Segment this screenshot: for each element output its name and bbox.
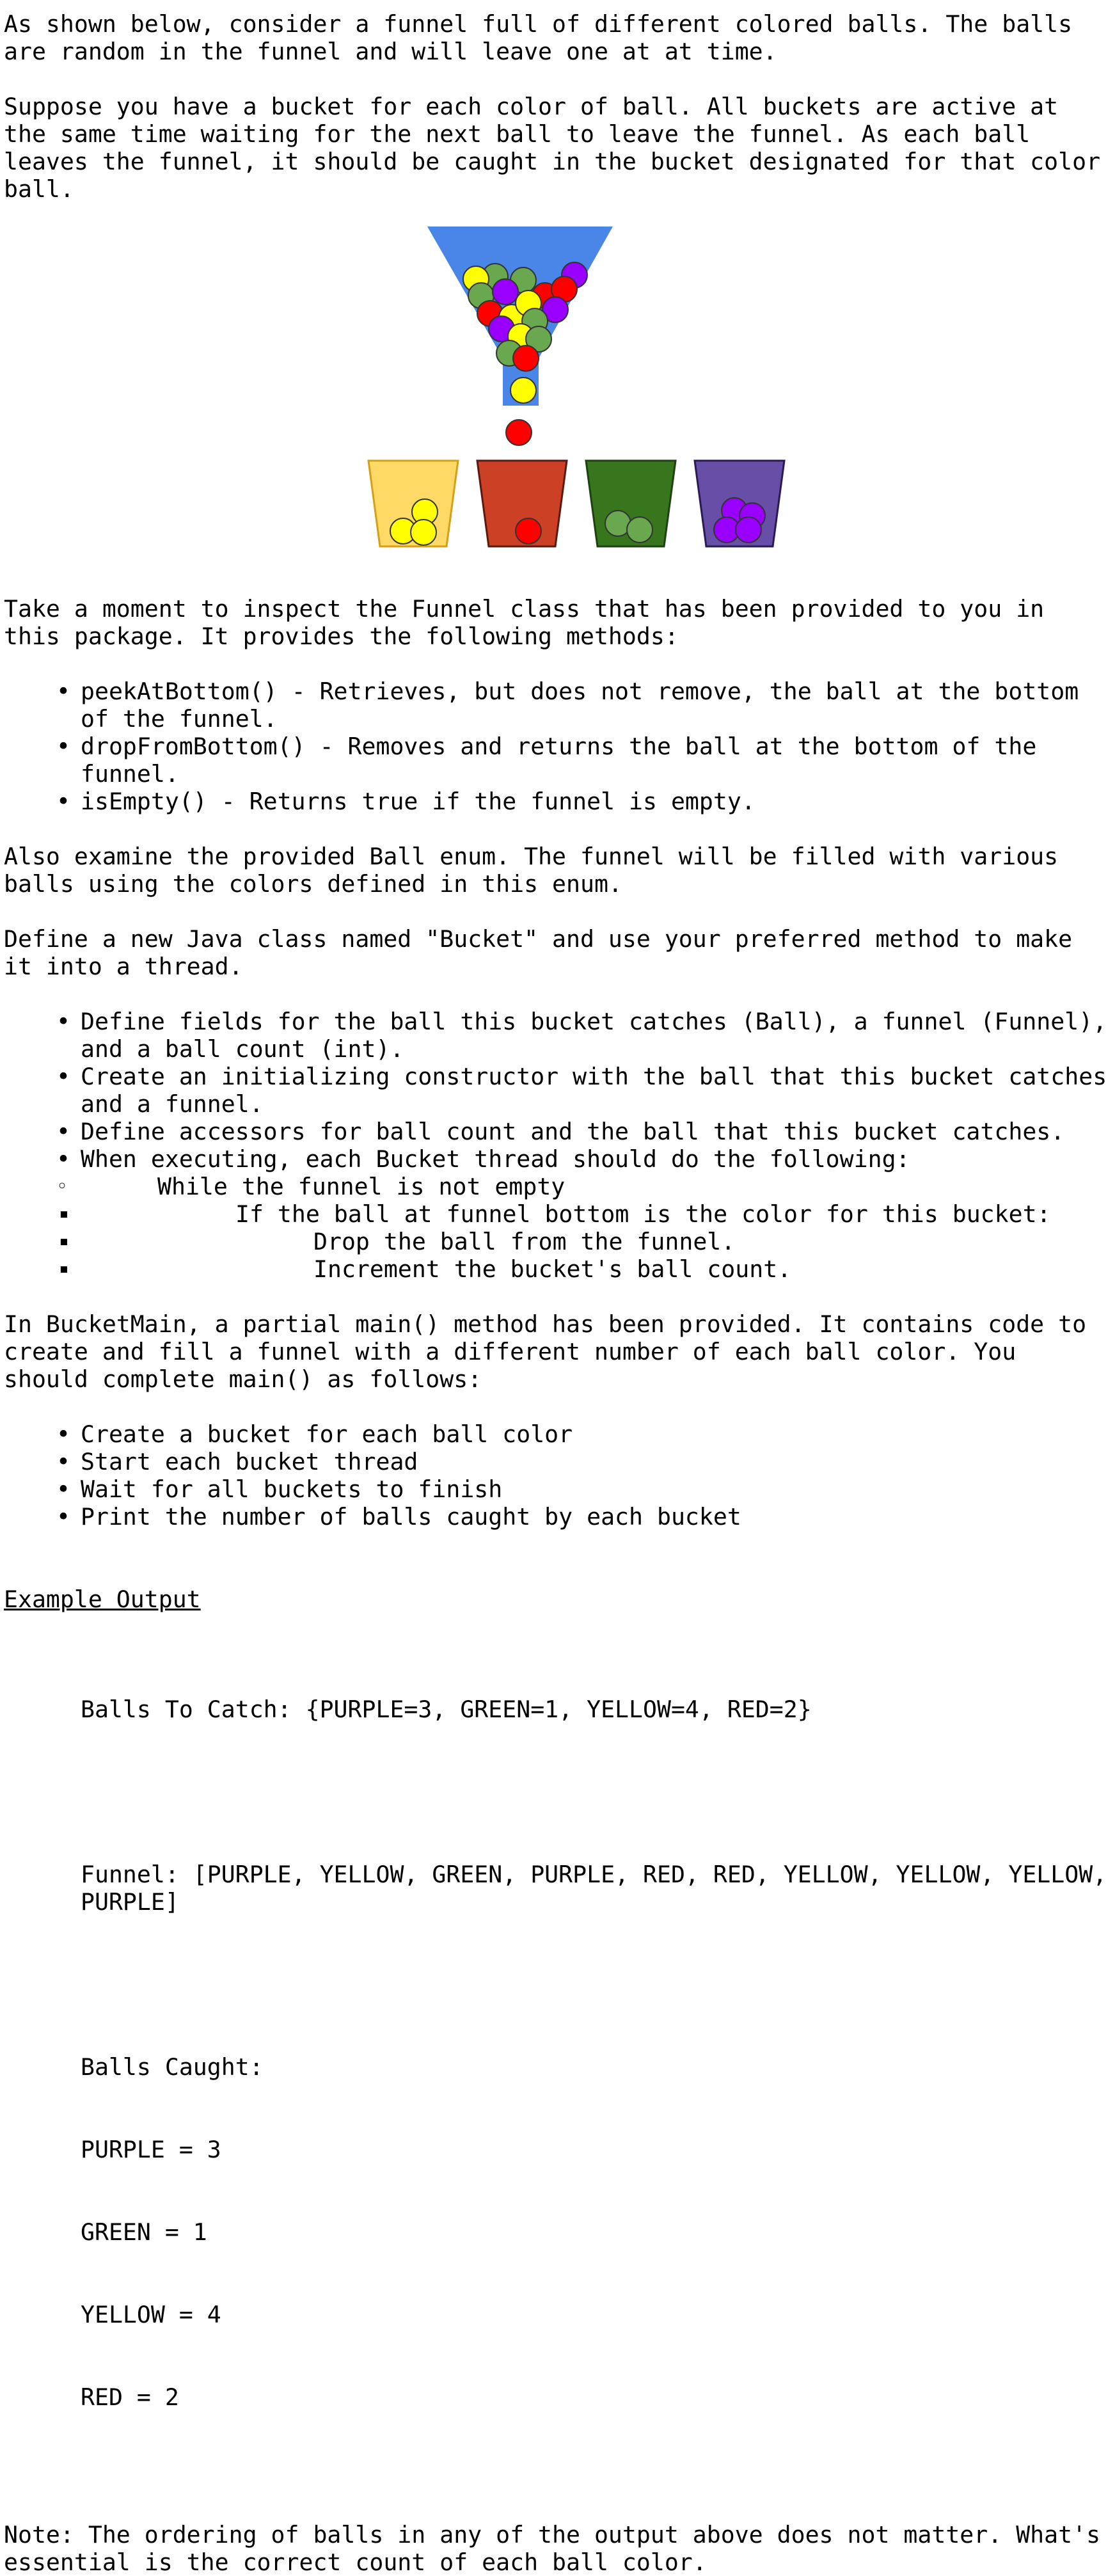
bucket-main-intro: In BucketMain, a partial main() method h… — [4, 1310, 1101, 1393]
funnel-class-intro: Take a moment to inspect the Funnel clas… — [4, 595, 1059, 650]
action-increment: Increment the bucket's ball count. — [4, 1255, 1111, 1283]
funnel-balls — [463, 262, 588, 404]
if-item: If the ball at funnel bottom is the colo… — [4, 1200, 1111, 1283]
caught-yellow-line: YELLOW = 4 — [81, 2301, 221, 2328]
bucket-execution-label: When executing, each Bucket thread shoul… — [81, 1145, 910, 1173]
while-label: While the funnel is not empty — [157, 1173, 565, 1200]
bucket-accessors-item: Define accessors for ball count and the … — [4, 1118, 1111, 1145]
main-step-create: Create a bucket for each ball color — [4, 1420, 1111, 1448]
balls-to-catch-line: Balls To Catch: {PURPLE=3, GREEN=1, YELL… — [81, 1696, 812, 1723]
bucket-constructor-item: Create an initializing constructor with … — [4, 1063, 1111, 1118]
main-steps-list: Create a bucket for each ball color Star… — [4, 1420, 1111, 1530]
intro-paragraph-1: As shown below, consider a funnel full o… — [4, 10, 1087, 65]
while-item: While the funnel is not empty If the bal… — [4, 1173, 1111, 1283]
example-output-heading: Example Output — [4, 1586, 201, 1613]
funnel-line: Funnel: [PURPLE, YELLOW, GREEN, PURPLE, … — [81, 1861, 1107, 1916]
bucket-execution-item: When executing, each Bucket thread shoul… — [4, 1145, 1111, 1283]
ordering-note: Note: The ordering of balls in any of th… — [4, 2521, 1115, 2576]
bucket-fields-item: Define fields for the ball this bucket c… — [4, 1008, 1111, 1063]
bucket-requirements-list: Define fields for the ball this bucket c… — [4, 1008, 1111, 1283]
falling-ball — [505, 419, 532, 446]
document: As shown below, consider a funnel full o… — [4, 10, 1111, 2576]
while-sublist: If the ball at funnel bottom is the colo… — [4, 1200, 1111, 1283]
funnel-ball — [510, 377, 537, 404]
method-is-empty: isEmpty() - Returns true if the funnel i… — [4, 788, 1111, 815]
main-step-start: Start each bucket thread — [4, 1448, 1111, 1475]
caught-ball — [410, 519, 437, 546]
if-label: If the ball at funnel bottom is the colo… — [235, 1200, 1051, 1228]
funnel-buckets-illustration — [4, 227, 1111, 566]
buckets — [367, 459, 786, 548]
caught-purple-line: PURPLE = 3 — [81, 2136, 221, 2163]
execution-sublist: While the funnel is not empty If the bal… — [4, 1173, 1111, 1283]
funnel-ball — [492, 278, 519, 305]
method-peek: peekAtBottom() - Retrieves, but does not… — [4, 678, 1111, 733]
example-output-block: Balls To Catch: {PURPLE=3, GREEN=1, YELL… — [4, 1641, 1111, 2466]
balls-caught-title: Balls Caught: — [81, 2053, 264, 2081]
if-sublist: Drop the ball from the funnel. Increment… — [4, 1228, 1111, 1283]
caught-ball — [735, 516, 762, 543]
illustration-svg — [367, 227, 786, 548]
bucket-class-intro: Define a new Java class named "Bucket" a… — [4, 925, 1087, 980]
main-step-print: Print the number of balls caught by each… — [4, 1503, 1111, 1530]
ball-enum-note: Also examine the provided Ball enum. The… — [4, 843, 1073, 898]
funnel-ball — [512, 345, 539, 372]
caught-green-line: GREEN = 1 — [81, 2218, 207, 2246]
action-drop: Drop the ball from the funnel. — [4, 1228, 1111, 1255]
method-drop: dropFromBottom() - Removes and returns t… — [4, 733, 1111, 788]
caught-ball — [515, 518, 542, 545]
caught-red-line: RED = 2 — [81, 2383, 179, 2411]
intro-paragraph-2: Suppose you have a bucket for each color… — [4, 93, 1115, 203]
funnel-methods-list: peekAtBottom() - Retrieves, but does not… — [4, 678, 1111, 815]
main-step-wait: Wait for all buckets to finish — [4, 1475, 1111, 1503]
caught-ball — [626, 516, 653, 543]
